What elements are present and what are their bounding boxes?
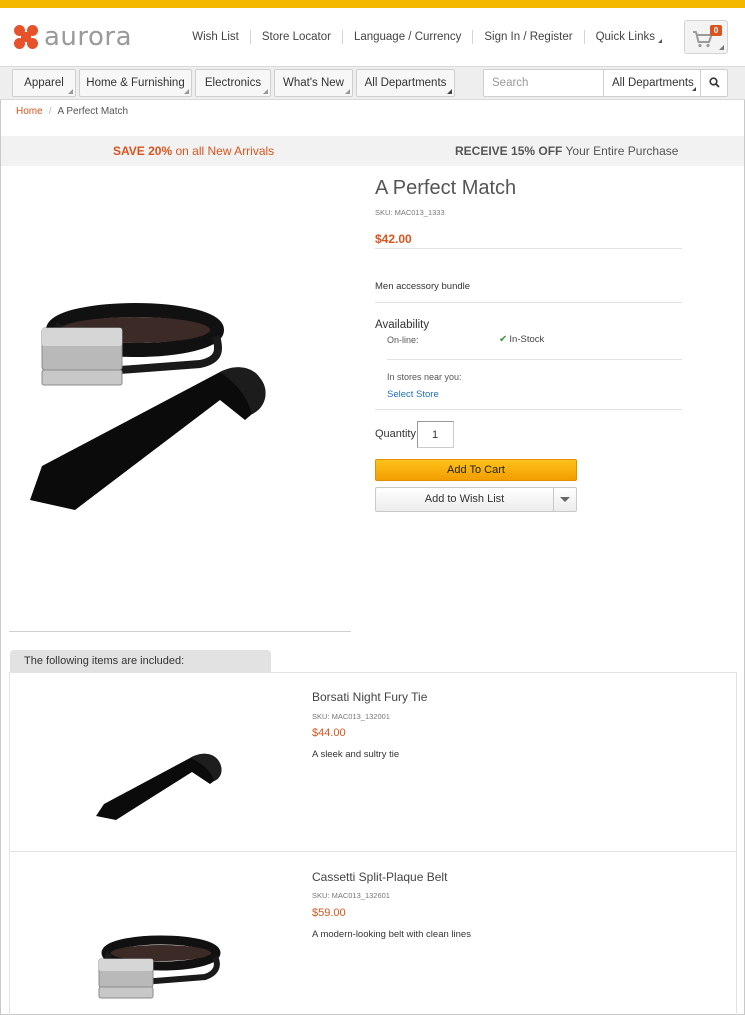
dropdown-corner-icon <box>719 45 724 50</box>
divider <box>387 359 682 360</box>
included-item-sku: SKU: MAC013_132601 <box>312 891 390 900</box>
breadcrumb-separator: / <box>48 106 52 117</box>
divider <box>375 302 682 303</box>
divider <box>375 248 682 249</box>
nav-whats-new[interactable]: What's New <box>274 69 353 97</box>
site-header: aurora Wish List Store Locator Language … <box>0 8 745 66</box>
dropdown-corner-icon <box>184 89 189 94</box>
promo-right-bold: RECEIVE 15% OFF <box>455 144 563 158</box>
breadcrumb-home-link[interactable]: Home <box>16 106 43 117</box>
dropdown-corner-icon <box>345 89 350 94</box>
quantity-label: Quantity <box>375 428 416 440</box>
flower-logo-icon <box>14 25 38 49</box>
chevron-down-icon <box>560 497 570 502</box>
breadcrumb: Home / A Perfect Match <box>16 106 128 117</box>
availability-heading: Availability <box>375 319 430 331</box>
wish-list-link[interactable]: Wish List <box>181 30 250 44</box>
nav-label: Apparel <box>24 77 64 89</box>
online-stock-status: ✔ In-Stock <box>499 334 544 345</box>
promo-banner: SAVE 20% on all New Arrivals RECEIVE 15%… <box>1 136 744 166</box>
aurora-logo[interactable]: aurora <box>14 23 132 51</box>
included-item-description: A modern-looking belt with clean lines <box>312 929 471 940</box>
belt-image <box>98 935 221 999</box>
quantity-input[interactable] <box>417 421 454 448</box>
header-links: Wish List Store Locator Language / Curre… <box>181 30 673 44</box>
dropdown-corner-icon <box>692 87 696 91</box>
breadcrumb-current: A Perfect Match <box>57 106 129 117</box>
nav-label: Home & Furnishing <box>86 77 185 89</box>
language-currency-link[interactable]: Language / Currency <box>341 30 472 44</box>
search-department-select[interactable]: All Departments <box>603 70 700 96</box>
checkmark-icon: ✔ <box>499 334 508 345</box>
select-store-link[interactable]: Select Store <box>387 389 439 400</box>
quick-links-label: Quick Links <box>595 31 655 43</box>
nav-label: All Departments <box>364 77 447 89</box>
product-description: Men accessory bundle <box>375 281 471 292</box>
promo-left-bold: SAVE 20% <box>113 144 173 158</box>
nav-electronics[interactable]: Electronics <box>195 69 271 97</box>
search-input[interactable] <box>484 70 603 96</box>
dropdown-corner-icon <box>263 89 268 94</box>
included-item-description: A sleek and sultry tie <box>312 749 400 760</box>
divider <box>10 851 736 852</box>
nav-all-departments[interactable]: All Departments <box>356 69 455 97</box>
promo-right-text: Your Entire Purchase <box>565 144 679 158</box>
included-item-sku: SKU: MAC013_132001 <box>312 712 390 721</box>
online-label: On-line: <box>387 335 419 345</box>
dropdown-corner-icon <box>447 89 452 94</box>
product-image-belt-and-tie <box>30 303 266 510</box>
logo-text: aurora <box>44 22 133 52</box>
included-items-tab: The following items are included: <box>10 650 271 672</box>
magnifier-icon <box>709 77 720 88</box>
dropdown-corner-icon <box>658 39 662 43</box>
product-sku: SKU: MAC013_1333 <box>375 208 445 217</box>
included-item-name[interactable]: Borsati Night Fury Tie <box>312 690 427 704</box>
cart-count-badge: 0 <box>710 25 722 36</box>
product-price: $42.00 <box>375 232 412 246</box>
promo-new-arrivals[interactable]: SAVE 20% on all New Arrivals <box>113 144 274 158</box>
stores-near-you-label: In stores near you: <box>387 372 462 382</box>
search-department-value: All Departments <box>612 77 694 89</box>
stock-status-text: In-Stock <box>509 334 545 345</box>
included-item-price: $59.00 <box>312 907 346 919</box>
wish-list-dropdown-button[interactable] <box>553 488 576 511</box>
department-nav: Apparel Home & Furnishing Electronics Wh… <box>0 66 745 100</box>
sign-in-register-link[interactable]: Sign In / Register <box>472 30 583 44</box>
tie-image <box>96 753 222 820</box>
nav-label: Electronics <box>204 77 262 89</box>
divider <box>9 631 351 632</box>
promo-left-text: on all New Arrivals <box>175 144 275 158</box>
store-locator-link[interactable]: Store Locator <box>249 30 342 44</box>
add-to-cart-button[interactable]: Add To Cart <box>375 459 577 481</box>
promo-entire-purchase[interactable]: RECEIVE 15% OFF Your Entire Purchase <box>455 144 678 158</box>
search-button[interactable] <box>700 70 727 96</box>
quick-links-menu[interactable]: Quick Links <box>583 30 673 44</box>
included-item-name[interactable]: Cassetti Split-Plaque Belt <box>312 870 447 884</box>
nav-home-furnishing[interactable]: Home & Furnishing <box>79 69 192 97</box>
wish-list-split-button: Add to Wish List <box>375 487 577 512</box>
dropdown-corner-icon <box>68 89 73 94</box>
nav-label: What's New <box>283 77 344 89</box>
search-bar: All Departments <box>483 69 728 97</box>
product-title: A Perfect Match <box>375 177 517 199</box>
included-item-price: $44.00 <box>312 727 346 739</box>
top-accent-bar <box>0 0 745 8</box>
cart-button[interactable]: 0 <box>684 20 728 54</box>
add-to-wish-list-button[interactable]: Add to Wish List <box>376 488 553 511</box>
divider <box>375 409 682 410</box>
nav-apparel[interactable]: Apparel <box>12 69 76 97</box>
